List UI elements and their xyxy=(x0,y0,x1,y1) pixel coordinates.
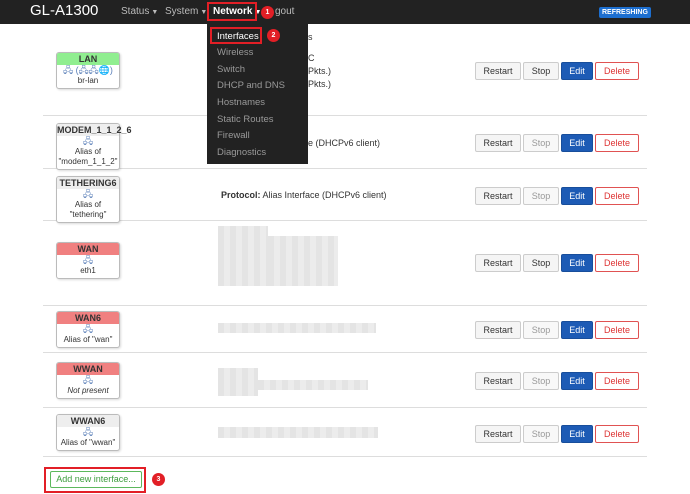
ethernet-port-icon: 🖧 xyxy=(82,189,94,199)
menu-item-hostnames[interactable]: Hostnames xyxy=(217,97,265,108)
restart-button[interactable]: Restart xyxy=(475,62,521,80)
edit-button[interactable]: Edit xyxy=(561,254,593,272)
interface-name: LAN xyxy=(57,53,119,65)
interface-name: WWAN6 xyxy=(57,415,119,427)
interface-badge-wwan6: WWAN6 🖧 Alias of "wwan" xyxy=(56,414,120,451)
interface-name: MODEM_1_1_2_6 xyxy=(57,124,132,136)
ethernet-port-icon: 🖧 xyxy=(82,324,94,334)
delete-button[interactable]: Delete xyxy=(595,321,639,339)
interface-name: WAN xyxy=(57,243,119,255)
edit-button[interactable]: Edit xyxy=(561,62,593,80)
delete-button[interactable]: Delete xyxy=(595,425,639,443)
protocol-info: Protocol: Alias Interface (DHCPv6 client… xyxy=(221,190,387,200)
lan-info-fragment: Pkts.) xyxy=(308,79,332,89)
stop-button[interactable]: Stop xyxy=(523,62,559,80)
redacted-info xyxy=(218,427,378,438)
top-navbar: GL-A1300 Status ▼ System ▼ Network ▼ gout R… xyxy=(0,0,690,24)
menu-item-static-routes[interactable]: Static Routes xyxy=(217,114,274,125)
menu-item-diagnostics[interactable]: Diagnostics xyxy=(217,147,266,158)
callout-badge-2: 2 xyxy=(267,29,280,42)
interface-device: Not present xyxy=(67,386,109,395)
menu-item-switch[interactable]: Switch xyxy=(217,64,245,75)
refreshing-badge[interactable]: REFRESHING xyxy=(599,7,651,18)
lan-info-fragment: C xyxy=(308,53,315,63)
delete-button[interactable]: Delete xyxy=(595,372,639,390)
interface-name: TETHERING6 xyxy=(57,177,119,189)
interface-name: WAN6 xyxy=(57,312,119,324)
redacted-info xyxy=(218,323,376,333)
redacted-info xyxy=(218,368,258,396)
lan-info-fragment: Pkts.) xyxy=(308,66,332,76)
menu-item-firewall[interactable]: Firewall xyxy=(217,130,250,141)
redacted-info xyxy=(218,226,268,286)
interface-badge-lan: LAN 🖧 (🖧🖧🌐) br-lan xyxy=(56,52,120,89)
delete-button[interactable]: Delete xyxy=(595,134,639,152)
edit-button[interactable]: Edit xyxy=(561,134,593,152)
nav-system[interactable]: System ▼ xyxy=(165,6,207,17)
restart-button[interactable]: Restart xyxy=(475,254,521,272)
edit-button[interactable]: Edit xyxy=(561,372,593,390)
stop-button[interactable]: Stop xyxy=(523,254,559,272)
edit-button[interactable]: Edit xyxy=(561,425,593,443)
brand-title[interactable]: GL-A1300 xyxy=(30,2,98,19)
delete-button[interactable]: Delete xyxy=(595,62,639,80)
network-bridge-icon: 🖧 (🖧🖧🌐) xyxy=(63,65,113,75)
delete-button[interactable]: Delete xyxy=(595,254,639,272)
restart-button[interactable]: Restart xyxy=(475,187,521,205)
interface-device: Alias of "modem_1_1_2" xyxy=(58,147,118,166)
interface-device: Alias of "wan" xyxy=(63,335,113,344)
stop-button[interactable]: Stop xyxy=(523,321,559,339)
caret-down-icon: ▼ xyxy=(151,9,159,16)
restart-button[interactable]: Restart xyxy=(475,425,521,443)
redacted-info xyxy=(268,236,338,286)
restart-button[interactable]: Restart xyxy=(475,134,521,152)
interface-badge-wwan: WWAN 🖧 Not present xyxy=(56,362,120,399)
menu-item-dhcp-dns[interactable]: DHCP and DNS xyxy=(217,80,285,91)
edit-button[interactable]: Edit xyxy=(561,321,593,339)
interface-row-tethering6: TETHERING6 🖧 Alias of "tethering" Protoc… xyxy=(43,170,647,223)
highlight-add-interface xyxy=(44,467,146,493)
interface-device: eth1 xyxy=(80,266,96,275)
interface-row-wan: WAN 🖧 eth1 Restart Stop Edit Delete xyxy=(43,222,647,306)
modem-info: e (DHCPv6 client) xyxy=(308,138,381,148)
interface-name: WWAN xyxy=(57,363,119,375)
interface-badge-tethering6: TETHERING6 🖧 Alias of "tethering" xyxy=(56,176,120,223)
interface-row-lan: LAN 🖧 (🖧🖧🌐) br-lan Restart Stop Edit Del… xyxy=(43,44,647,116)
interface-badge-modem: MODEM_1_1_2_6 🖧 Alias of "modem_1_1_2" xyxy=(56,123,132,170)
nav-logout[interactable]: gout xyxy=(275,6,294,17)
interface-device: Alias of "wwan" xyxy=(60,438,116,447)
interface-badge-wan6: WAN6 🖧 Alias of "wan" xyxy=(56,311,120,348)
stop-button[interactable]: Stop xyxy=(523,187,559,205)
menu-item-wireless[interactable]: Wireless xyxy=(217,47,253,58)
stop-button[interactable]: Stop xyxy=(523,372,559,390)
ethernet-port-icon: 🖧 xyxy=(82,375,94,385)
network-dropdown-menu: Interfaces Wireless Switch DHCP and DNS … xyxy=(207,24,308,164)
interface-device: Alias of "tethering" xyxy=(69,200,107,219)
interface-device: br-lan xyxy=(77,76,99,85)
ethernet-port-icon: 🖧 xyxy=(82,255,94,265)
delete-button[interactable]: Delete xyxy=(595,187,639,205)
callout-badge-1: 1 xyxy=(261,6,274,19)
restart-button[interactable]: Restart xyxy=(475,321,521,339)
restart-button[interactable]: Restart xyxy=(475,372,521,390)
stop-button[interactable]: Stop xyxy=(523,425,559,443)
redacted-info xyxy=(258,380,368,390)
ethernet-port-icon: 🖧 xyxy=(82,136,94,146)
ethernet-port-icon: 🖧 xyxy=(82,427,94,437)
lan-info-fragment: s xyxy=(308,32,313,42)
highlight-network-menu xyxy=(207,2,257,21)
stop-button[interactable]: Stop xyxy=(523,134,559,152)
callout-badge-3: 3 xyxy=(152,473,165,486)
highlight-interfaces-item xyxy=(210,27,262,44)
interface-badge-wan: WAN 🖧 eth1 xyxy=(56,242,120,279)
nav-status[interactable]: Status ▼ xyxy=(121,6,158,17)
edit-button[interactable]: Edit xyxy=(561,187,593,205)
